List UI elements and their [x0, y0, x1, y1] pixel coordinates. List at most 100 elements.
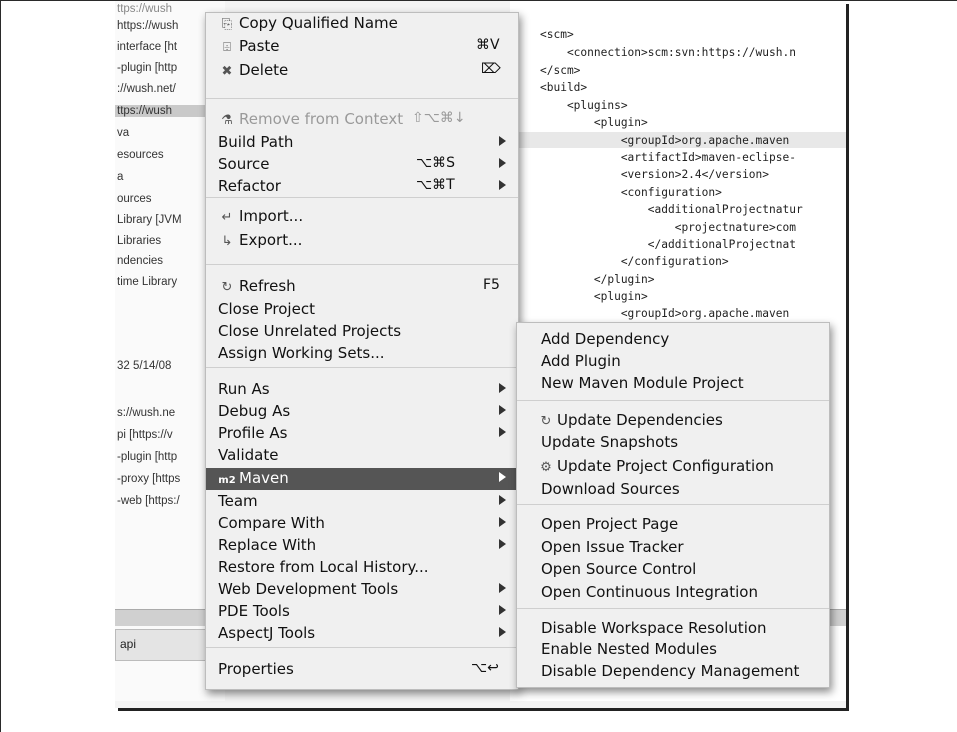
copy-icon: ⎘: [221, 17, 233, 32]
menu-item-validate[interactable]: Validate: [206, 445, 518, 467]
menu-shortcut: ⇧⌥⌘↓: [412, 110, 466, 126]
submenu-arrow-icon: [499, 383, 506, 393]
menu-item-text: Open Source Control: [541, 560, 697, 578]
maven-item-open-issue-tracker[interactable]: Open Issue Tracker: [517, 537, 829, 559]
explorer-line[interactable]: -proxy [https: [117, 473, 180, 485]
menu-item-label: ⌹ Paste: [218, 37, 279, 55]
code-line: <configuration>: [540, 186, 722, 199]
menu-item-label: Restore from Local History...: [218, 558, 429, 576]
menu-item-web-development-tools[interactable]: Web Development Tools: [206, 579, 518, 601]
menu-item-debug-as[interactable]: Debug As: [206, 401, 518, 423]
menu-item-label: ⚙ Update Project Configuration: [537, 457, 774, 475]
explorer-line[interactable]: 32 5/14/08: [117, 360, 171, 372]
menu-item-label: PDE Tools: [218, 602, 290, 620]
menu-item-delete[interactable]: ✖ Delete ⌦: [206, 60, 518, 82]
export-icon: ↳: [221, 234, 233, 249]
menu-item-close-unrelated-projects[interactable]: Close Unrelated Projects: [206, 321, 518, 343]
delete-icon: ✖: [221, 64, 233, 79]
explorer-line[interactable]: Library [JVM: [117, 214, 182, 226]
menu-separator: [206, 98, 518, 99]
explorer-line[interactable]: s://wush.ne: [117, 407, 175, 419]
menu-item-text: Disable Dependency Management: [541, 662, 800, 680]
menu-item-label: Profile As: [218, 424, 288, 442]
menu-item-label: Validate: [218, 446, 278, 464]
menu-shortcut: ⌥⌘T: [416, 177, 455, 193]
menu-separator: [517, 504, 829, 505]
maven-item-open-project-page[interactable]: Open Project Page: [517, 514, 829, 536]
explorer-line[interactable]: Libraries: [117, 235, 161, 247]
menu-item-label: Download Sources: [541, 480, 680, 498]
menu-item-source[interactable]: Source ⌥⌘S: [206, 154, 518, 176]
explorer-line[interactable]: va: [117, 127, 129, 139]
explorer-line[interactable]: pi [https://v: [117, 429, 173, 441]
maven-item-disable-dependency-management[interactable]: Disable Dependency Management: [517, 661, 829, 683]
menu-shortcut: F5: [483, 277, 500, 293]
context-menu: ⎘ Copy Qualified Name ⌹ Paste ⌘V ✖ Delete ⌦ ⚗ Rem…: [205, 12, 519, 690]
explorer-line[interactable]: esources: [117, 149, 164, 161]
menu-item-text: Properties: [218, 660, 294, 678]
explorer-line[interactable]: -plugin [http: [117, 451, 177, 463]
menu-item-label: Web Development Tools: [218, 580, 398, 598]
menu-item-run-as[interactable]: Run As: [206, 379, 518, 401]
menu-item-text: Assign Working Sets...: [218, 344, 385, 362]
menu-separator: [517, 608, 829, 609]
menu-item-label: Team: [218, 492, 258, 510]
menu-item-label: Debug As: [218, 402, 290, 420]
menu-item-refactor[interactable]: Refactor ⌥⌘T: [206, 176, 518, 198]
menu-item-pde-tools[interactable]: PDE Tools: [206, 601, 518, 623]
menu-item-text: Replace With: [218, 536, 317, 554]
menu-item-restore-from-local-history[interactable]: Restore from Local History...: [206, 557, 518, 579]
code-line: <plugin>: [540, 290, 648, 303]
maven-item-update-project-configuration[interactable]: ⚙ Update Project Configuration: [517, 456, 829, 478]
maven-item-download-sources[interactable]: Download Sources: [517, 479, 829, 501]
menu-item-paste[interactable]: ⌹ Paste ⌘V: [206, 36, 518, 58]
menu-item-text: Maven: [239, 469, 289, 487]
explorer-line[interactable]: interface [ht: [117, 41, 177, 53]
menu-item-copy-qualified-name[interactable]: ⎘ Copy Qualified Name: [206, 13, 518, 35]
menu-item-close-project[interactable]: Close Project: [206, 299, 518, 321]
submenu-arrow-icon: [499, 180, 506, 190]
menu-item-text: Team: [218, 492, 258, 510]
explorer-line[interactable]: -plugin [http: [117, 62, 177, 74]
maven-item-enable-nested-modules[interactable]: Enable Nested Modules: [517, 639, 829, 661]
menu-item-profile-as[interactable]: Profile As: [206, 423, 518, 445]
menu-item-team[interactable]: Team: [206, 491, 518, 513]
menu-item-properties[interactable]: Properties ⌥↩: [206, 659, 518, 681]
menu-item-label: ↳ Export...: [218, 231, 303, 249]
menu-item-build-path[interactable]: Build Path: [206, 132, 518, 154]
menu-item-import[interactable]: ↵ Import...: [206, 206, 518, 228]
menu-shortcut: ⌘V: [476, 37, 500, 53]
maven-item-update-dependencies[interactable]: ↻ Update Dependencies: [517, 410, 829, 432]
explorer-line[interactable]: ttps://wush: [117, 3, 172, 15]
menu-item-refresh[interactable]: ↻ Refresh F5: [206, 276, 518, 298]
menu-item-aspectj-tools[interactable]: AspectJ Tools: [206, 623, 518, 645]
maven-item-add-dependency[interactable]: Add Dependency: [517, 329, 829, 351]
menu-item-export[interactable]: ↳ Export...: [206, 230, 518, 252]
submenu-arrow-icon: [499, 627, 506, 637]
maven-item-update-snapshots[interactable]: Update Snapshots: [517, 432, 829, 454]
explorer-line[interactable]: a: [117, 171, 123, 183]
menu-item-text: Export...: [239, 231, 303, 249]
menu-item-maven[interactable]: m2 Maven: [206, 468, 518, 490]
maven-item-disable-workspace-resolution[interactable]: Disable Workspace Resolution: [517, 618, 829, 640]
explorer-line[interactable]: time Library: [117, 276, 177, 288]
maven-item-open-continuous-integration[interactable]: Open Continuous Integration: [517, 582, 829, 604]
explorer-line[interactable]: https://wush: [117, 20, 178, 32]
menu-item-compare-with[interactable]: Compare With: [206, 513, 518, 535]
maven-item-add-plugin[interactable]: Add Plugin: [517, 351, 829, 373]
maven-item-new-maven-module-project[interactable]: New Maven Module Project: [517, 373, 829, 395]
menu-item-text: Build Path: [218, 133, 294, 151]
maven-item-open-source-control[interactable]: Open Source Control: [517, 559, 829, 581]
menu-separator: [517, 400, 829, 401]
menu-item-replace-with[interactable]: Replace With: [206, 535, 518, 557]
explorer-line[interactable]: ources: [117, 193, 152, 205]
explorer-line[interactable]: -web [https:/: [117, 495, 180, 507]
menu-item-assign-working-sets[interactable]: Assign Working Sets...: [206, 343, 518, 365]
menu-item-label: Compare With: [218, 514, 325, 532]
code-line: <version>2.4</version>: [540, 168, 770, 181]
refresh-icon: ↻: [221, 280, 233, 295]
submenu-arrow-icon: [499, 605, 506, 615]
explorer-line[interactable]: ndencies: [117, 255, 163, 267]
menu-item-label: ↻ Refresh: [218, 277, 296, 295]
explorer-line[interactable]: ://wush.net/: [117, 83, 176, 95]
